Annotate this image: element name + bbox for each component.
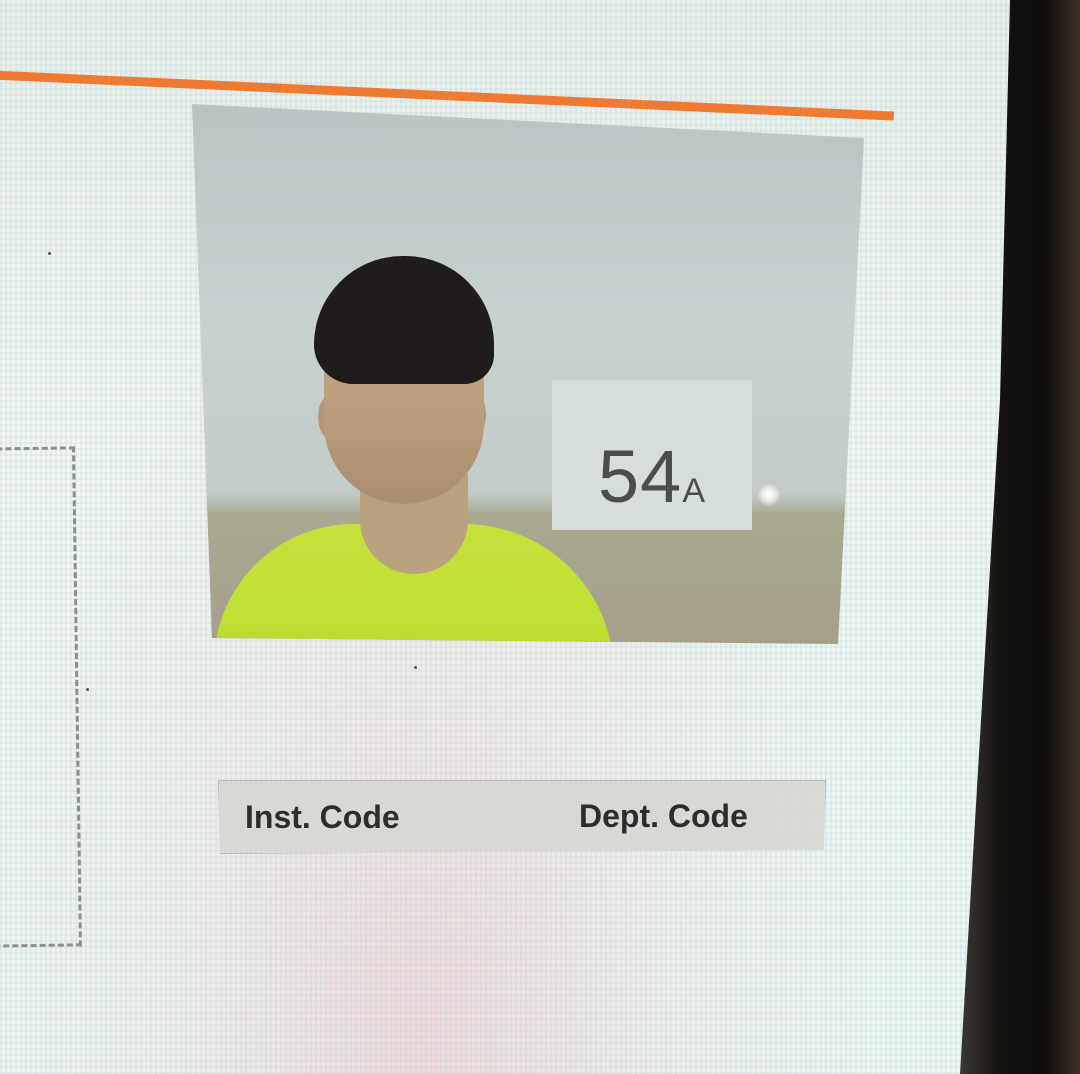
screen-speck <box>48 252 51 255</box>
screen-speck <box>86 688 89 691</box>
codes-bar: Inst. Code Dept. Code <box>218 780 826 854</box>
photo-room-sign-text: 54A <box>598 434 706 519</box>
screen-speck <box>414 666 417 669</box>
dept-code-label: Dept. Code <box>579 798 748 834</box>
photographed-screen-scene: 54A Inst. Code Dept. Code <box>0 0 1080 1074</box>
person-hair <box>314 256 494 384</box>
orange-header-rule <box>0 70 895 121</box>
light-glare <box>758 484 780 506</box>
monitor-screen: 54A Inst. Code Dept. Code <box>0 0 1010 1074</box>
room-number: 54 <box>598 435 683 518</box>
inst-code-label: Inst. Code <box>245 799 400 835</box>
student-photo: 54A <box>192 104 864 644</box>
room-suffix: A <box>682 472 706 510</box>
dashed-placeholder-box <box>0 446 82 948</box>
